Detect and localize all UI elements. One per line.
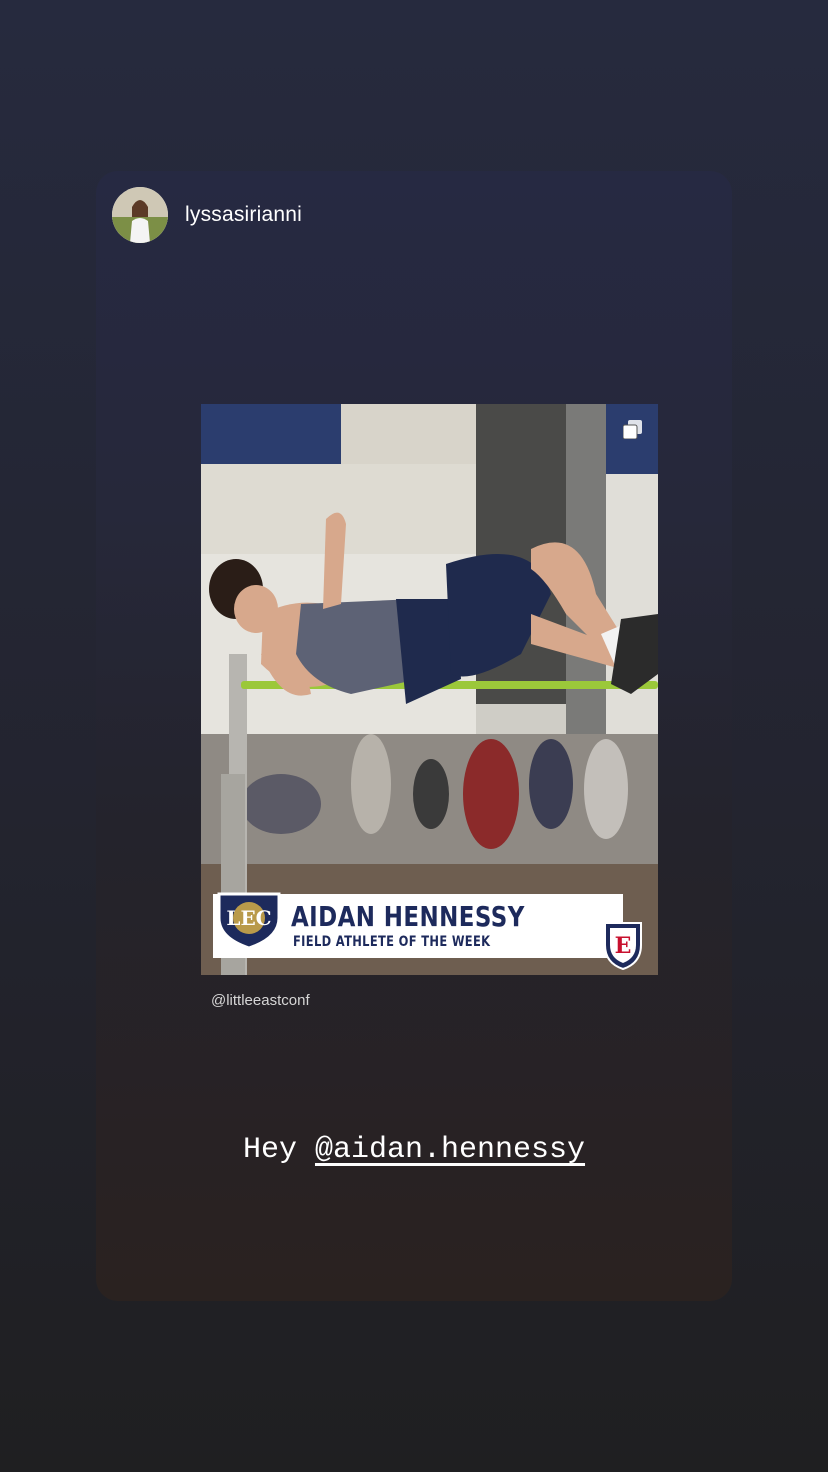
conference-logo-text: LEC [226, 906, 271, 930]
school-logo-text: E [615, 933, 632, 959]
award-title: FIELD ATHLETE OF THE WEEK [293, 934, 491, 950]
story-username[interactable]: lyssasirianni [185, 203, 302, 227]
carousel-squares-icon [623, 420, 642, 439]
story-header: lyssasirianni [112, 187, 302, 243]
school-shield-icon: E [604, 922, 642, 971]
mention-link[interactable]: @aidan.hennessy [315, 1133, 585, 1167]
story-caption: Hey @aidan.hennessy [96, 1133, 732, 1167]
conference-logo-icon: LEC [217, 892, 281, 950]
profile-photo-icon [112, 187, 168, 243]
caption-text: Hey [242, 1133, 297, 1167]
shared-post-image[interactable]: AIDAN HENNESSY FIELD ATHLETE OF THE WEEK… [201, 404, 658, 975]
story-viewer: lyssasirianni AIDAN HENNESSY FIELD ATHLE… [0, 0, 828, 1472]
athlete-name: AIDAN HENNESSY [291, 900, 525, 933]
avatar[interactable] [112, 187, 168, 243]
story-card[interactable]: lyssasirianni AIDAN HENNESSY FIELD ATHLE… [96, 171, 732, 1301]
post-source-link[interactable]: @littleeastconf [211, 992, 310, 1009]
